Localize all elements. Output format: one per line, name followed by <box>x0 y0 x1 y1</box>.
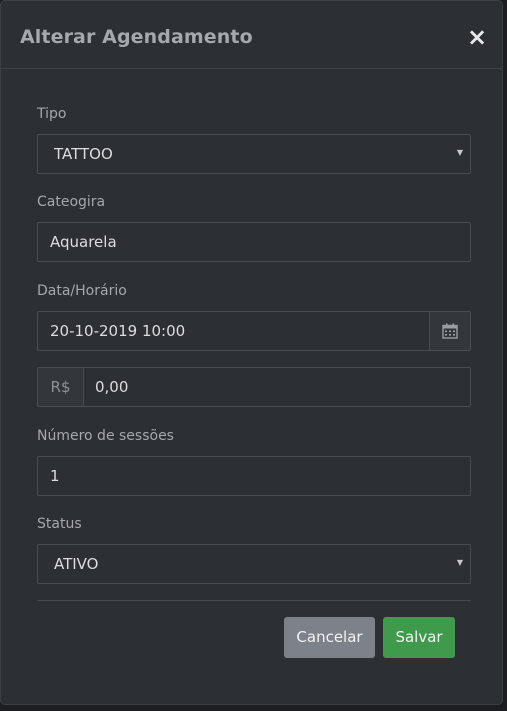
categoria-label: Cateogira <box>37 194 106 210</box>
sessoes-value: 1 <box>50 467 60 485</box>
sessoes-input[interactable]: 1 <box>37 456 471 496</box>
tipo-selected-value: TATTOO <box>54 145 113 163</box>
edit-appointment-modal: Alterar Agendamento × Tipo TATTOO ▼ Cate… <box>0 0 503 705</box>
caret-down-icon: ▼ <box>456 558 463 567</box>
tipo-label: Tipo <box>37 106 67 122</box>
sessoes-label: Número de sessões <box>37 428 174 444</box>
status-select[interactable]: ATIVO ▼ <box>37 544 471 584</box>
caret-down-icon: ▼ <box>456 148 463 157</box>
save-button[interactable]: Salvar <box>383 617 455 658</box>
tipo-select[interactable]: TATTOO ▼ <box>37 134 471 174</box>
modal-title: Alterar Agendamento <box>20 26 253 48</box>
calendar-icon <box>442 323 458 339</box>
status-label: Status <box>37 516 82 532</box>
modal-header: Alterar Agendamento × <box>1 1 502 69</box>
cancel-button[interactable]: Cancelar <box>284 617 375 658</box>
calendar-button[interactable] <box>429 312 470 350</box>
footer-divider <box>37 600 471 601</box>
categoria-input[interactable]: Aquarela <box>37 222 471 262</box>
close-button[interactable]: × <box>466 25 488 49</box>
status-selected-value: ATIVO <box>54 555 99 573</box>
data-horario-label: Data/Horário <box>37 283 127 299</box>
valor-value: 0,00 <box>95 378 129 396</box>
close-icon: × <box>466 23 488 51</box>
categoria-value: Aquarela <box>50 233 117 251</box>
data-horario-input[interactable]: 20-10-2019 10:00 <box>37 311 471 351</box>
valor-input[interactable]: R$ 0,00 <box>37 367 471 407</box>
data-horario-value: 20-10-2019 10:00 <box>50 322 186 340</box>
currency-prefix: R$ <box>38 368 84 406</box>
